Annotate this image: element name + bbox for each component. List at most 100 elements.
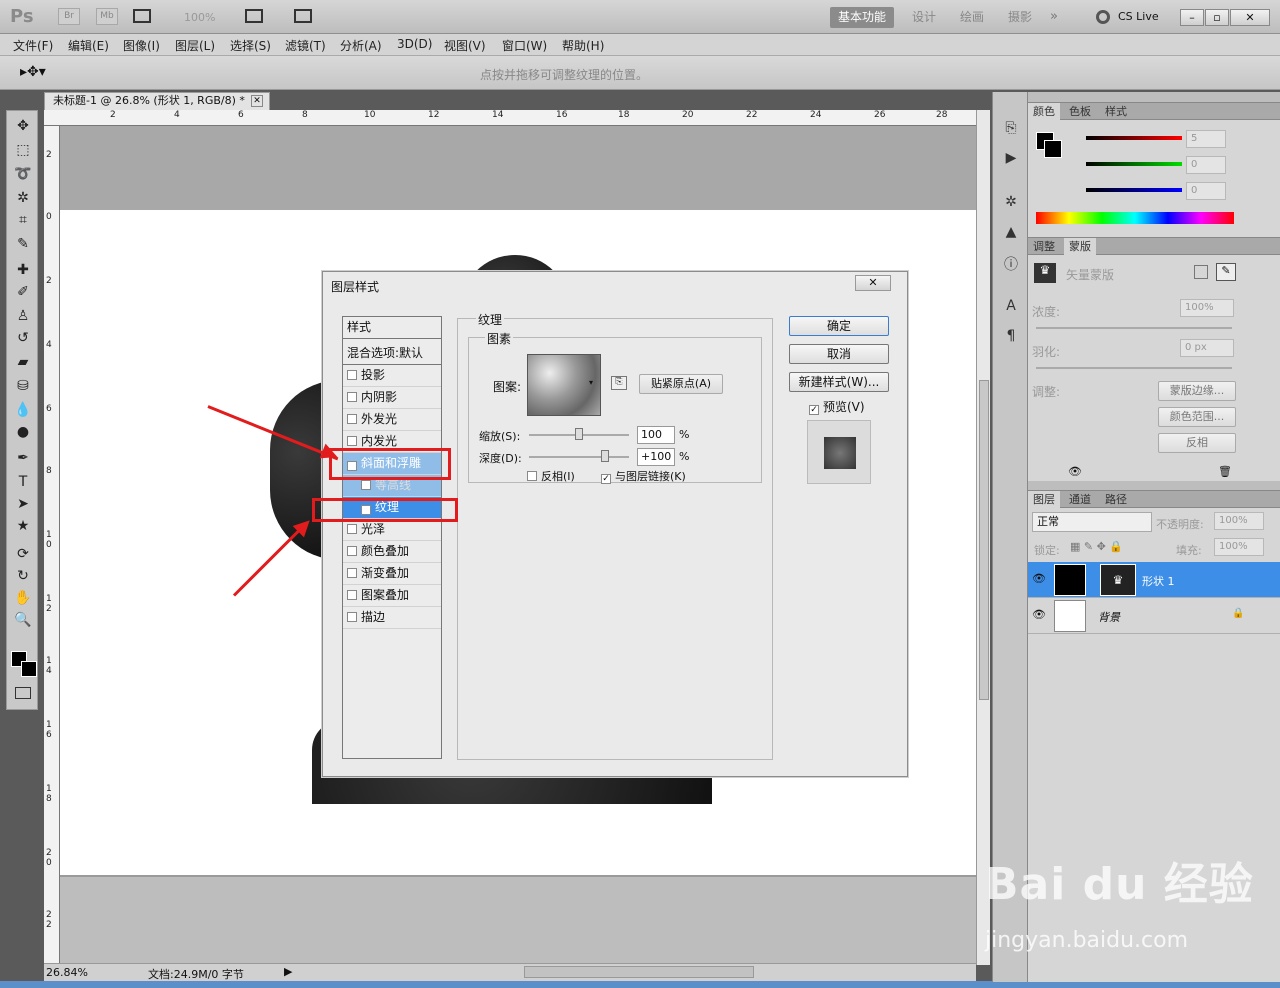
- layer-row-background[interactable]: 👁 背景 🔒: [1028, 598, 1280, 634]
- background-color-swatch[interactable]: [21, 661, 37, 677]
- checkbox-unchecked-icon[interactable]: [347, 392, 357, 402]
- history-icon[interactable]: ⎘: [1001, 120, 1021, 138]
- style-drop-shadow[interactable]: 投影: [343, 365, 441, 387]
- cancel-button[interactable]: 取消: [789, 344, 889, 364]
- bg-color-icon[interactable]: [1044, 140, 1062, 158]
- mask-edge-button[interactable]: 蒙版边缘...: [1158, 381, 1236, 401]
- menu-view[interactable]: 视图(V): [444, 37, 486, 54]
- visibility-eye-icon[interactable]: 👁: [1032, 572, 1046, 585]
- view-extras-icon[interactable]: [133, 9, 151, 23]
- restore-button[interactable]: ▫: [1205, 9, 1229, 26]
- fill-value[interactable]: 100%: [1214, 538, 1264, 556]
- tab-layers[interactable]: 图层: [1028, 491, 1060, 508]
- custom-shape-tool-icon[interactable]: ★: [13, 517, 33, 535]
- vertical-scrollbar[interactable]: [976, 110, 990, 965]
- tab-channels[interactable]: 通道: [1064, 491, 1096, 508]
- workspace-design[interactable]: 设计: [904, 7, 944, 28]
- color-range-button[interactable]: 颜色范围...: [1158, 407, 1236, 427]
- scale-slider-thumb[interactable]: [575, 428, 583, 440]
- style-gradient-overlay[interactable]: 渐变叠加: [343, 563, 441, 585]
- tab-paths[interactable]: 路径: [1100, 491, 1132, 508]
- move-tool-icon[interactable]: ✥: [13, 117, 33, 135]
- 3d-rotate-tool-icon[interactable]: ⟳: [13, 545, 33, 563]
- paint-bucket-tool-icon[interactable]: ⛁: [13, 377, 33, 395]
- new-preset-icon[interactable]: ⎘: [611, 376, 627, 390]
- blur-tool-icon[interactable]: 💧: [13, 401, 33, 419]
- close-button[interactable]: ✕: [1230, 9, 1270, 26]
- pattern-dropdown-arrow-icon[interactable]: ▾: [589, 378, 593, 387]
- invert-option[interactable]: 反相(I): [527, 468, 575, 484]
- style-stroke[interactable]: 描边: [343, 607, 441, 629]
- navigator-icon[interactable]: ▲: [1001, 224, 1021, 242]
- marquee-tool-icon[interactable]: ⬚: [13, 141, 33, 159]
- minibridge-icon[interactable]: Mb: [96, 8, 118, 25]
- paragraph-icon[interactable]: ¶: [1001, 328, 1021, 346]
- add-pixel-mask-icon[interactable]: [1194, 265, 1208, 279]
- blend-options-item[interactable]: 混合选项:默认: [343, 343, 441, 365]
- checkbox-unchecked-icon[interactable]: [347, 546, 357, 556]
- pen-tool-icon[interactable]: ✒: [13, 449, 33, 467]
- screen-mode-icon[interactable]: [294, 9, 312, 23]
- blend-mode-select[interactable]: 正常: [1032, 512, 1152, 532]
- eyedropper-tool-icon[interactable]: ✎: [13, 235, 33, 253]
- depth-slider[interactable]: [529, 456, 629, 458]
- zoom-tool-icon[interactable]: 🔍: [13, 611, 33, 629]
- checkbox-unchecked-icon[interactable]: [347, 524, 357, 534]
- view-mask-icon[interactable]: 👁: [1068, 465, 1082, 478]
- menu-help[interactable]: 帮助(H): [562, 37, 604, 54]
- red-slider[interactable]: [1086, 136, 1182, 140]
- status-menu-arrow-icon[interactable]: ▶: [284, 965, 292, 978]
- 3d-orbit-tool-icon[interactable]: ↻: [13, 567, 33, 585]
- tab-styles[interactable]: 样式: [1100, 103, 1132, 120]
- character-icon[interactable]: A: [1001, 298, 1021, 316]
- delete-mask-icon[interactable]: 🗑: [1218, 465, 1232, 478]
- quick-mask-icon[interactable]: [15, 687, 31, 699]
- info-icon[interactable]: ⓘ: [1001, 254, 1021, 273]
- feather-value[interactable]: 0 px: [1180, 339, 1234, 357]
- menu-file[interactable]: 文件(F): [13, 37, 53, 54]
- history-brush-tool-icon[interactable]: ↺: [13, 329, 33, 347]
- workspace-photography[interactable]: 摄影: [1000, 7, 1040, 28]
- invert-button[interactable]: 反相: [1158, 433, 1236, 453]
- menu-filter[interactable]: 滤镜(T): [285, 37, 326, 54]
- link-with-layer-option[interactable]: ✓ 与图层链接(K): [601, 468, 686, 484]
- 3d-panel-icon[interactable]: ✲: [1001, 194, 1021, 212]
- menu-layer[interactable]: 图层(L): [175, 37, 215, 54]
- workspace-essentials[interactable]: 基本功能: [830, 7, 895, 28]
- blue-slider[interactable]: [1086, 188, 1182, 192]
- checkbox-unchecked-icon[interactable]: [347, 590, 357, 600]
- crop-tool-icon[interactable]: ⌗: [13, 211, 33, 229]
- more-workspaces-icon[interactable]: »: [1050, 9, 1058, 24]
- layer-row-shape1[interactable]: 👁 ♛ 形状 1: [1028, 562, 1280, 598]
- style-inner-shadow[interactable]: 内阴影: [343, 387, 441, 409]
- arrange-documents-icon[interactable]: [245, 9, 263, 23]
- style-outer-glow[interactable]: 外发光: [343, 409, 441, 431]
- brush-tool-icon[interactable]: ✐: [13, 283, 33, 301]
- checkbox-unchecked-icon[interactable]: [347, 370, 357, 380]
- checkbox-checked-icon[interactable]: ✓: [809, 405, 819, 415]
- menu-image[interactable]: 图像(I): [123, 37, 160, 54]
- tab-color[interactable]: 颜色: [1028, 103, 1060, 120]
- workspace-painting[interactable]: 绘画: [952, 7, 992, 28]
- checkbox-unchecked-icon[interactable]: [347, 436, 357, 446]
- menu-window[interactable]: 窗口(W): [502, 37, 547, 54]
- zoom-level[interactable]: 100%: [184, 11, 215, 24]
- style-color-overlay[interactable]: 颜色叠加: [343, 541, 441, 563]
- healing-brush-tool-icon[interactable]: ✚: [13, 261, 33, 279]
- lock-icons[interactable]: ▦ ✎ ✥ 🔒: [1070, 540, 1123, 553]
- checkbox-unchecked-icon[interactable]: [347, 568, 357, 578]
- add-vector-mask-icon[interactable]: ✎: [1216, 263, 1236, 281]
- styles-header[interactable]: 样式: [343, 317, 441, 339]
- feather-slider[interactable]: [1036, 367, 1232, 369]
- path-selection-tool-icon[interactable]: ➤: [13, 495, 33, 513]
- dialog-close-button[interactable]: ✕: [855, 275, 891, 291]
- ok-button[interactable]: 确定: [789, 316, 889, 336]
- depth-slider-thumb[interactable]: [601, 450, 609, 462]
- move-tool-preset-icon[interactable]: ▸✥▾: [20, 64, 46, 80]
- color-spectrum[interactable]: [1036, 212, 1234, 224]
- eraser-tool-icon[interactable]: ▰: [13, 353, 33, 371]
- clone-stamp-tool-icon[interactable]: ♙: [13, 307, 33, 325]
- checkbox-unchecked-icon[interactable]: [527, 471, 537, 481]
- cslive-button[interactable]: CS Live: [1118, 10, 1159, 23]
- depth-input[interactable]: +100: [637, 448, 675, 466]
